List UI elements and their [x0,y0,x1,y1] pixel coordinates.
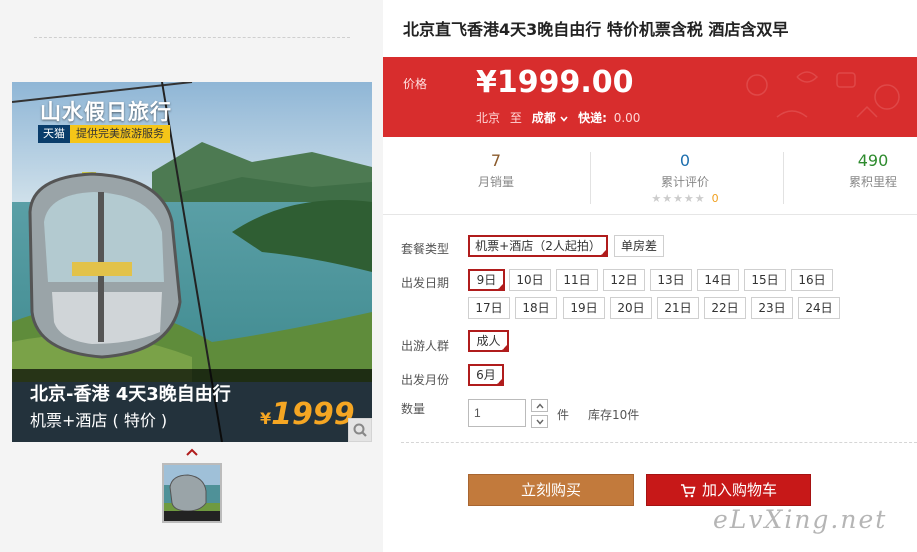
monthly-sales-label: 月销量 [477,175,514,189]
brand-title: 山水假日旅行 [40,100,172,124]
date-option[interactable]: 14日 [697,269,739,291]
points-label: 累积里程 [848,175,897,189]
stat-reviews[interactable]: 0 累计评价 ★★★★★ 0 [635,151,735,205]
watermark-logo: eLvXing.net [713,505,888,534]
stat-monthly-sales: 7 月销量 [461,151,531,190]
gallery-divider [34,37,350,38]
date-option[interactable]: 13日 [650,269,692,291]
date-option[interactable]: 11日 [556,269,598,291]
stat-separator [783,152,784,204]
stats-bar: 7 月销量 0 累计评价 ★★★★★ 0 490 累积里程 [383,137,917,215]
option-traveler-adult[interactable]: 成人 [468,330,509,353]
chevron-down-icon [560,115,568,122]
date-option[interactable]: 22日 [704,297,746,319]
chevron-up-icon [536,403,544,409]
quantity-input[interactable] [468,399,526,427]
date-option[interactable]: 16日 [791,269,833,291]
shopping-cart-icon [680,484,696,498]
buy-now-button[interactable]: 立刻购买 [468,474,634,506]
shipping-line: 北京 至 成都 快递: 0.00 [476,109,640,126]
date-option[interactable]: 24日 [798,297,840,319]
price-label: 价格 [403,77,428,91]
chevron-down-icon [536,419,544,425]
rating-stars: ★★★★★ 0 [635,191,735,205]
date-option[interactable]: 19日 [563,297,605,319]
date-option[interactable]: 9日 [468,269,505,292]
caption-package: 机票+酒店 ( 特价 ) [30,411,168,430]
zoom-button[interactable] [348,418,372,442]
reviews-value: 0 [679,151,691,170]
options-divider [401,442,917,443]
tmall-badge: 天猫 [38,125,70,143]
service-tagline: 提供完美旅游服务 [70,125,170,143]
date-option[interactable]: 18日 [515,297,557,319]
date-option[interactable]: 21日 [657,297,699,319]
quantity-increase-button[interactable] [531,399,548,412]
chevron-up-icon [186,448,198,456]
stat-points: 490 累积里程 [833,151,913,190]
package-type-label: 套餐类型 [401,242,450,256]
caption-currency: ¥ [260,409,272,428]
destination-city-select[interactable]: 成都 [532,111,572,125]
traveler-type-label: 出游人群 [401,339,450,353]
option-package-single-room[interactable]: 单房差 [614,235,664,257]
option-package-flight-hotel[interactable]: 机票+酒店（2人起拍） [468,235,608,258]
option-month-june[interactable]: 6月 [468,364,504,387]
monthly-sales-value: 7 [490,151,502,170]
add-to-cart-button[interactable]: 加入购物车 [646,474,811,506]
reviews-label: 累计评价 [660,175,709,189]
departure-month-label: 出发月份 [401,373,450,387]
points-value: 490 [857,151,889,170]
product-title: 北京直飞香港4天3晚自由行 特价机票含税 酒店含双早 [403,20,789,39]
from-city: 北京 [476,111,501,125]
gallery-thumbnail[interactable] [162,463,222,523]
stars-count: 0 [711,192,719,205]
quantity-decrease-button[interactable] [531,415,548,428]
caption-route: 北京-香港 4天3晚自由行 [30,384,231,405]
shipping-value: 0.00 [613,111,641,125]
add-to-cart-label: 加入购物车 [701,481,777,499]
thumbnail-photo [164,465,220,521]
date-option[interactable]: 12日 [603,269,645,291]
stock-count: 库存10件 [588,408,640,422]
quantity-label: 数量 [401,402,426,416]
price-band: 价格 ¥1999.00 北京 至 成都 快递: 0.00 [383,57,917,137]
brand-strip: 天猫 提供完美旅游服务 [38,125,170,143]
star-icons: ★★★★★ [651,192,706,205]
to-word: 至 [509,111,522,125]
decorative-pattern [746,71,900,118]
date-option[interactable]: 23日 [751,297,793,319]
main-product-image[interactable]: 山水假日旅行 天猫 提供完美旅游服务 北京-香港 4天3晚自由行 机票+酒店 (… [12,82,372,442]
shipping-label: 快递: [578,111,607,125]
destination-city: 成都 [531,111,556,125]
date-option[interactable]: 15日 [744,269,786,291]
quantity-unit: 件 [557,408,570,422]
date-option[interactable]: 17日 [468,297,510,319]
date-option[interactable]: 10日 [509,269,551,291]
price-value: ¥1999.00 [476,65,634,100]
product-gallery: 山水假日旅行 天猫 提供完美旅游服务 北京-香港 4天3晚自由行 机票+酒店 (… [0,0,383,552]
caption-price-number: 1999 [271,397,355,432]
date-option[interactable]: 20日 [610,297,652,319]
stat-separator [590,152,591,204]
departure-date-label: 出发日期 [401,276,450,290]
caption-price: ¥1999 [260,397,355,432]
magnifier-icon [353,423,367,437]
